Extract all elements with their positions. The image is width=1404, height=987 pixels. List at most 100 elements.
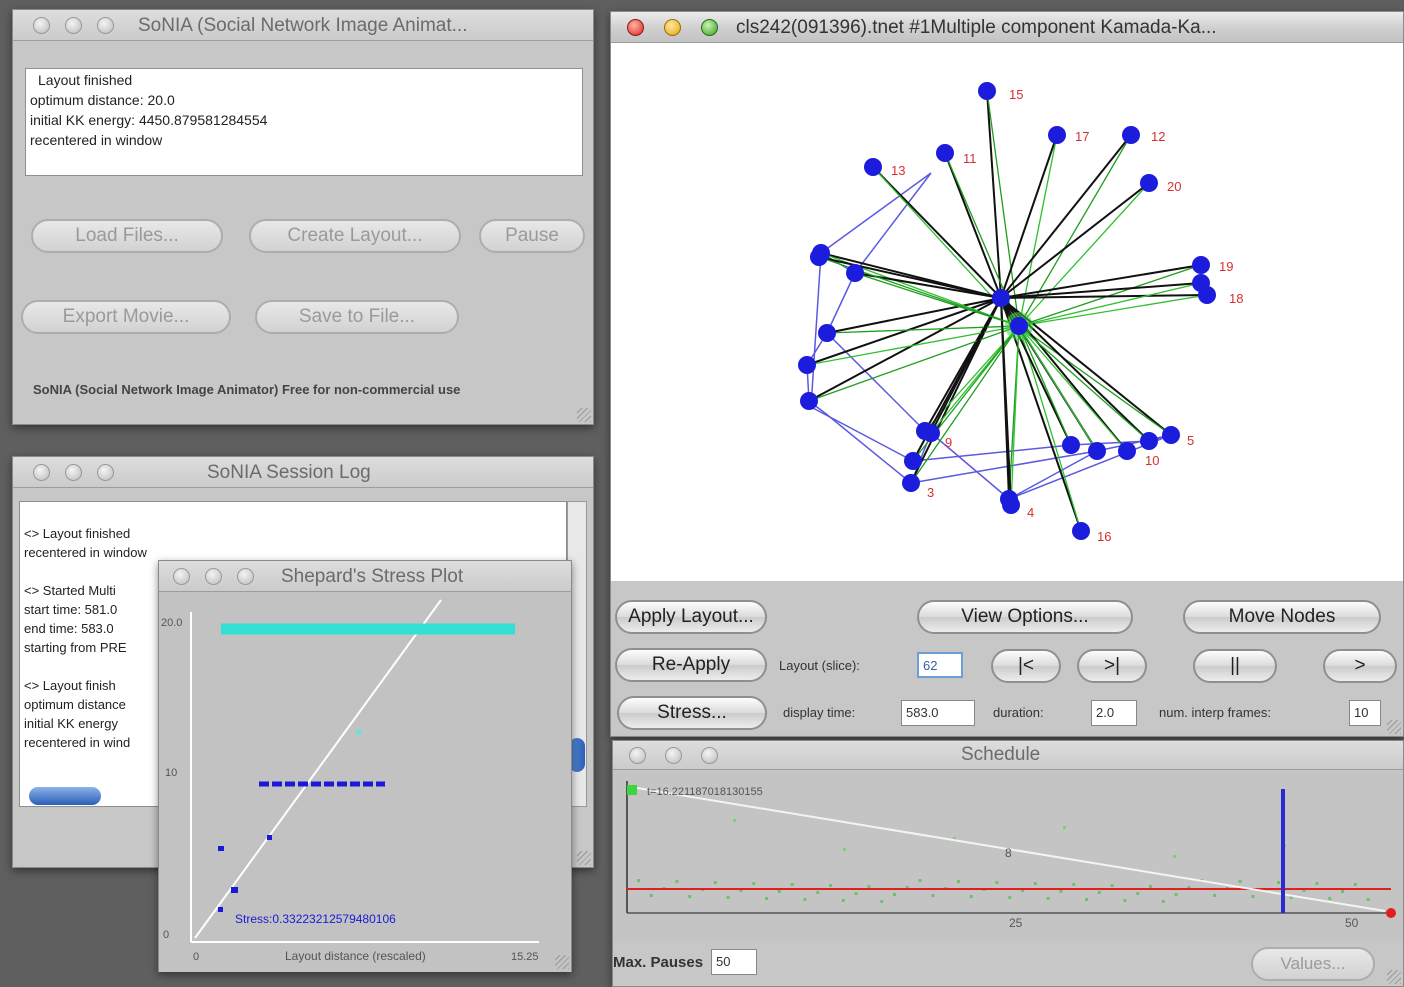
schedule-dot xyxy=(816,891,820,894)
stress-button[interactable]: Stress... xyxy=(617,696,767,730)
network-window-titlebar[interactable]: cls242(091396).tnet #1Multiple component… xyxy=(611,12,1403,43)
schedule-dot xyxy=(957,880,960,883)
close-icon[interactable] xyxy=(33,17,50,34)
stress-point xyxy=(218,846,224,851)
network-node xyxy=(1192,256,1210,274)
resize-grip-icon[interactable] xyxy=(1387,970,1401,984)
step-back-button[interactable]: |< xyxy=(991,649,1061,683)
display-time-label: display time: xyxy=(783,705,856,720)
node-label: 11 xyxy=(963,151,977,166)
zoom-icon[interactable] xyxy=(701,747,718,764)
schedule-dot xyxy=(1174,893,1178,896)
step-forward-button[interactable]: >| xyxy=(1077,649,1147,683)
apply-layout-button[interactable]: Apply Layout... xyxy=(615,600,767,634)
node-label: 4 xyxy=(1027,505,1034,520)
minimize-icon[interactable] xyxy=(665,747,682,764)
status-text-area[interactable]: Layout finished optimum distance: 20.0 i… xyxy=(25,68,583,176)
close-icon[interactable] xyxy=(173,568,190,585)
node-label: 13 xyxy=(891,163,905,178)
schedule-dot xyxy=(1123,899,1127,902)
schedule-dot xyxy=(841,899,845,902)
minimize-icon[interactable] xyxy=(65,464,82,481)
stress-window-title: Shepard's Stress Plot xyxy=(281,566,464,587)
schedule-dot xyxy=(1136,892,1140,895)
schedule-dot xyxy=(995,881,999,884)
schedule-dot xyxy=(880,900,884,903)
network-node xyxy=(1118,442,1136,460)
main-window-titlebar[interactable]: SoNIA (Social Network Image Animat... xyxy=(13,10,593,41)
close-icon[interactable] xyxy=(629,747,646,764)
y-tick-zero: 0 xyxy=(163,929,169,941)
resize-grip-icon[interactable] xyxy=(577,851,591,865)
node-label: 3 xyxy=(927,485,934,500)
move-nodes-button[interactable]: Move Nodes xyxy=(1183,600,1381,634)
schedule-dot xyxy=(1173,855,1176,858)
schedule-dot xyxy=(1033,882,1037,885)
resize-grip-icon[interactable] xyxy=(577,408,591,422)
save-to-file-button[interactable]: Save to File... xyxy=(255,300,459,334)
max-pauses-field[interactable]: 50 xyxy=(711,949,757,975)
license-footer: SoNIA (Social Network Image Animator) Fr… xyxy=(33,382,461,397)
create-layout-button[interactable]: Create Layout... xyxy=(249,219,461,253)
schedule-dot xyxy=(752,882,756,885)
duration-field[interactable]: 2.0 xyxy=(1091,700,1137,726)
zoom-icon[interactable] xyxy=(97,464,114,481)
values-button[interactable]: Values... xyxy=(1251,947,1375,981)
layout-slice-field[interactable]: 62 xyxy=(917,652,963,678)
stress-value-label: Stress:0.33223212579480106 xyxy=(235,912,396,926)
network-node xyxy=(1088,442,1106,460)
schedule-dot xyxy=(1277,881,1280,884)
schedule-window-titlebar[interactable]: Schedule xyxy=(613,741,1403,770)
schedule-dot xyxy=(1085,898,1088,901)
display-time-field[interactable]: 583.0 xyxy=(901,700,975,726)
load-files-button[interactable]: Load Files... xyxy=(31,219,223,253)
y-tick-top: 20.0 xyxy=(161,617,182,629)
close-icon[interactable] xyxy=(627,19,644,36)
schedule-dot xyxy=(931,894,935,897)
network-canvas[interactable]: 15 17 12 13 11 20 19 18 5 10 4 16 3 9 xyxy=(611,43,1403,581)
node-label: 18 xyxy=(1229,291,1243,306)
minimize-icon[interactable] xyxy=(205,568,222,585)
close-icon[interactable] xyxy=(33,464,50,481)
status-line: recentered in window xyxy=(30,132,163,148)
network-node xyxy=(1062,436,1080,454)
network-window-title: cls242(091396).tnet #1Multiple component… xyxy=(736,17,1217,38)
pause-button[interactable]: Pause xyxy=(479,219,585,253)
log-window-titlebar[interactable]: SoNIA Session Log xyxy=(13,457,593,488)
node-label: 12 xyxy=(1151,129,1165,144)
stress-window-titlebar[interactable]: Shepard's Stress Plot xyxy=(159,561,571,592)
zoom-icon[interactable] xyxy=(237,568,254,585)
status-line: optimum distance: 20.0 xyxy=(30,92,175,108)
network-node xyxy=(1072,522,1090,540)
zoom-icon[interactable] xyxy=(701,19,718,36)
play-button[interactable]: > xyxy=(1323,649,1397,683)
network-node xyxy=(1010,317,1028,335)
schedule-dot xyxy=(1149,885,1152,888)
schedule-dot xyxy=(893,893,896,896)
schedule-dot xyxy=(1353,883,1357,886)
network-node xyxy=(1048,126,1066,144)
schedule-mid-label: 8 xyxy=(1005,846,1012,860)
resize-grip-icon[interactable] xyxy=(1387,720,1401,734)
export-movie-button[interactable]: Export Movie... xyxy=(21,300,231,334)
schedule-dot xyxy=(1161,900,1165,903)
main-window-title: SoNIA (Social Network Image Animat... xyxy=(138,15,468,36)
zoom-icon[interactable] xyxy=(97,17,114,34)
resize-grip-icon[interactable] xyxy=(555,955,569,969)
schedule-dot xyxy=(867,885,871,888)
re-apply-button[interactable]: Re-Apply xyxy=(615,648,767,682)
interp-frames-field[interactable]: 10 xyxy=(1349,700,1381,726)
minimize-icon[interactable] xyxy=(664,19,681,36)
schedule-dot xyxy=(688,895,692,898)
view-options-button[interactable]: View Options... xyxy=(917,600,1133,634)
network-node xyxy=(1140,432,1158,450)
schedule-dot xyxy=(649,894,653,897)
minimize-icon[interactable] xyxy=(65,17,82,34)
schedule-plot[interactable]: t=16.221187018130155 8 25 50 xyxy=(613,771,1403,941)
network-node xyxy=(1192,274,1210,292)
hscroll-thumb[interactable] xyxy=(29,787,101,805)
schedule-dot xyxy=(1341,890,1344,893)
pause-animation-button[interactable]: || xyxy=(1193,649,1277,683)
network-node xyxy=(978,82,996,100)
node-label: 9 xyxy=(945,435,952,450)
